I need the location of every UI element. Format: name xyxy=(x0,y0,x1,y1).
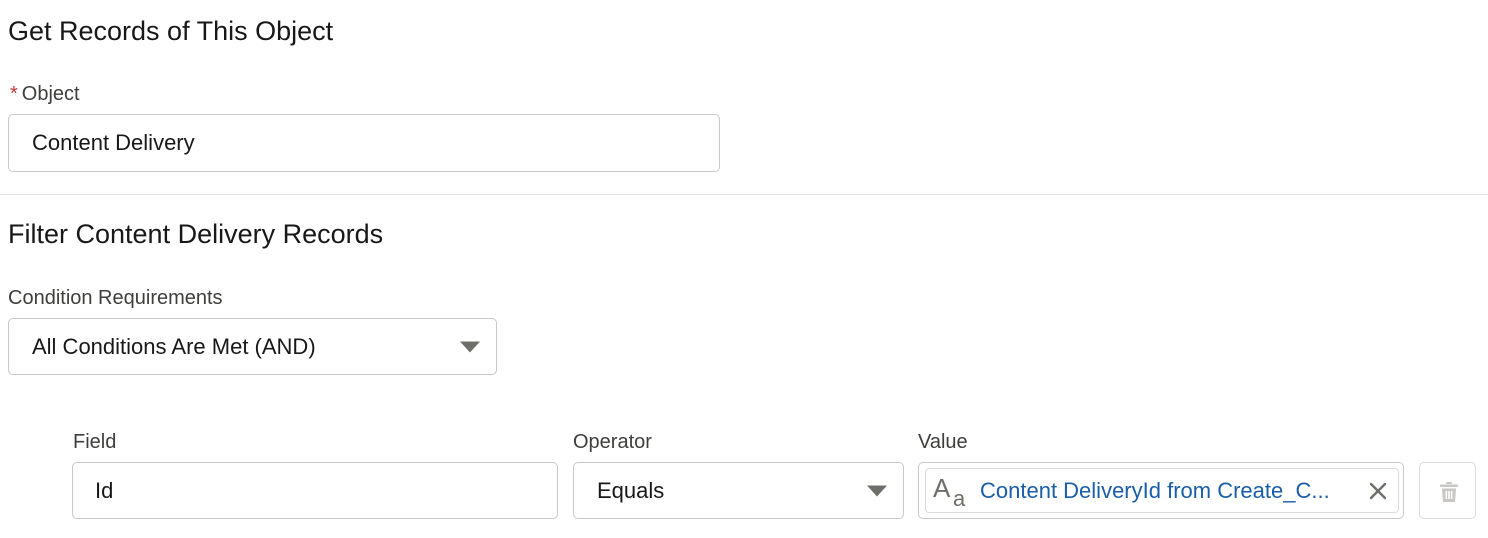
object-input[interactable]: Content Delivery xyxy=(8,114,720,172)
text-type-icon: A a xyxy=(933,476,966,508)
filter-section-title: Filter Content Delivery Records xyxy=(8,219,384,249)
section-divider xyxy=(0,194,1488,195)
object-input-value: Content Delivery xyxy=(32,130,195,155)
value-input[interactable]: A a Content DeliveryId from Create_C... xyxy=(918,462,1404,519)
operator-value: Equals xyxy=(597,477,665,503)
field-input-value: Id xyxy=(95,477,114,503)
field-input[interactable]: Id xyxy=(72,462,558,519)
required-indicator: * xyxy=(10,83,18,105)
chevron-down-icon xyxy=(867,485,887,496)
condition-requirements-label: Condition Requirements xyxy=(8,287,223,309)
svg-text:A: A xyxy=(933,476,951,503)
value-resource-pill[interactable]: A a Content DeliveryId from Create_C... xyxy=(925,468,1399,513)
trash-icon xyxy=(1440,482,1458,502)
svg-text:a: a xyxy=(953,486,966,508)
delete-condition-button[interactable] xyxy=(1419,462,1476,519)
condition-requirements-value: All Conditions Are Met (AND) xyxy=(32,333,316,359)
value-resource-text: Content DeliveryId from Create_C... xyxy=(980,477,1330,503)
operator-select[interactable]: Equals xyxy=(573,462,904,519)
value-label: Value xyxy=(918,431,968,453)
chevron-down-icon xyxy=(460,341,480,352)
object-label: * Object xyxy=(10,83,80,106)
condition-requirements-select[interactable]: All Conditions Are Met (AND) xyxy=(8,318,497,375)
object-label-text: Object xyxy=(21,83,80,105)
field-label: Field xyxy=(73,431,117,453)
object-section-title: Get Records of This Object xyxy=(8,16,334,46)
operator-label: Operator xyxy=(573,431,652,453)
close-icon[interactable] xyxy=(1368,481,1388,501)
